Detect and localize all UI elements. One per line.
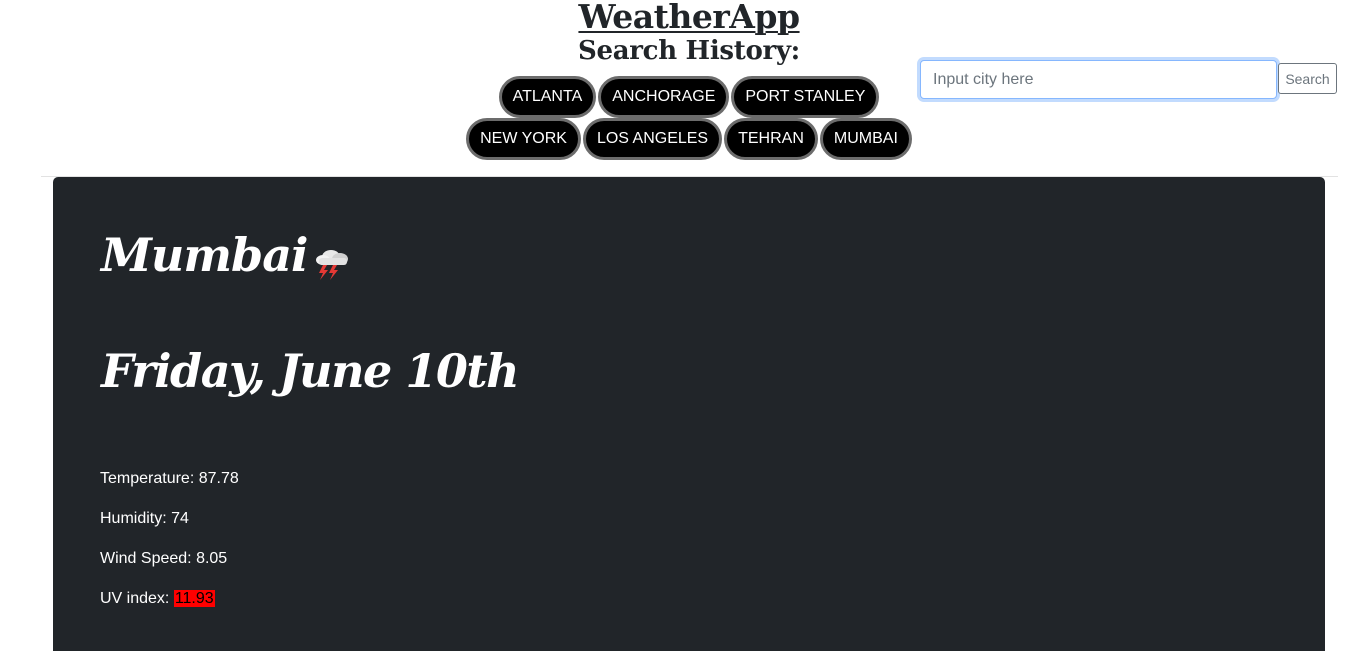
weather-app-page: WeatherApp Search History: ATLANTA ANCHO…	[0, 0, 1368, 651]
search-history-title: Search History:	[578, 36, 800, 66]
temperature-label: Temperature:	[100, 470, 199, 487]
history-button-new-york[interactable]: NEW YORK	[466, 118, 581, 160]
uv-index-stat: UV index: 11.93	[100, 589, 215, 609]
wind-speed-value: 8.05	[196, 550, 228, 567]
city-search-input[interactable]	[920, 60, 1277, 99]
humidity-value: 74	[171, 510, 189, 527]
wind-speed-stat: Wind Speed: 8.05	[100, 549, 227, 569]
forecast-date: Friday, June 10th	[101, 344, 520, 398]
humidity-label: Humidity:	[100, 510, 172, 527]
thunderstorm-icon	[316, 250, 349, 280]
uv-index-label: UV index:	[100, 590, 174, 607]
humidity-stat: Humidity: 74	[100, 509, 189, 529]
history-button-mumbai[interactable]: MUMBAI	[819, 118, 912, 160]
history-button-atlanta[interactable]: ATLANTA	[498, 76, 597, 118]
temperature-value: 87.78	[198, 470, 239, 487]
city-name: Mumbai	[101, 228, 308, 282]
temperature-stat: Temperature: 87.78	[100, 469, 239, 489]
history-button-los-angeles[interactable]: LOS ANGELES	[582, 118, 723, 160]
history-button-port-stanley[interactable]: PORT STANLEY	[731, 76, 880, 118]
search-history-row: NEW YORK LOS ANGELES TEHRAN MUMBAI	[0, 118, 1368, 160]
city-heading: Mumbai	[101, 225, 353, 285]
search-button[interactable]: Search	[1278, 63, 1337, 94]
current-weather-card: Mumbai Friday, June 10th Temperature: 87…	[53, 177, 1325, 651]
history-button-tehran[interactable]: TEHRAN	[724, 118, 818, 160]
history-button-anchorage[interactable]: ANCHORAGE	[598, 76, 730, 118]
uv-index-badge: 11.93	[173, 590, 215, 607]
wind-speed-label: Wind Speed:	[100, 550, 197, 567]
